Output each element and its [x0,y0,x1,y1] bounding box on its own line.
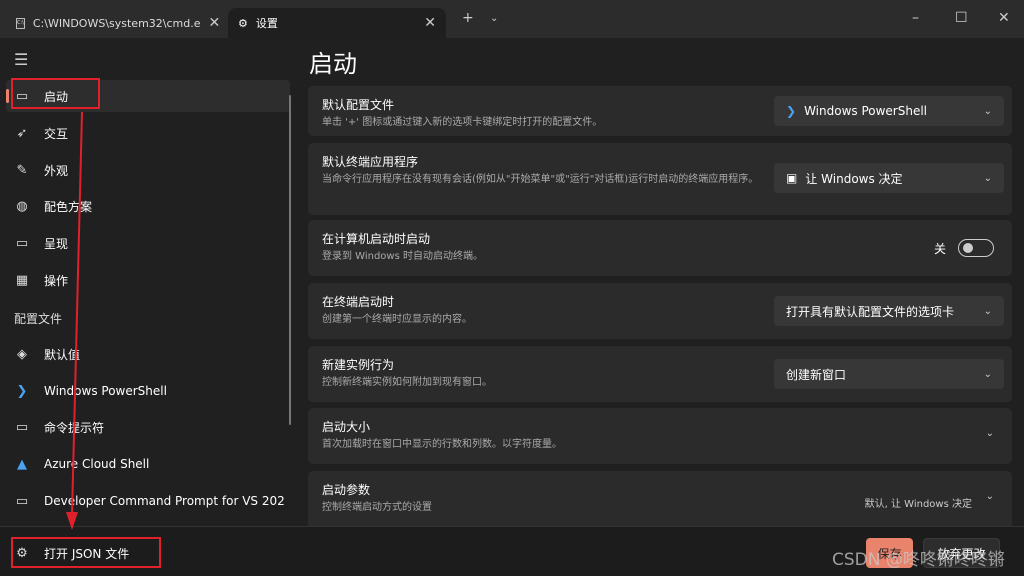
annotation-arrow [66,111,83,530]
watermark: CSDN @咚咚锵咚咚锵 [832,550,1005,570]
